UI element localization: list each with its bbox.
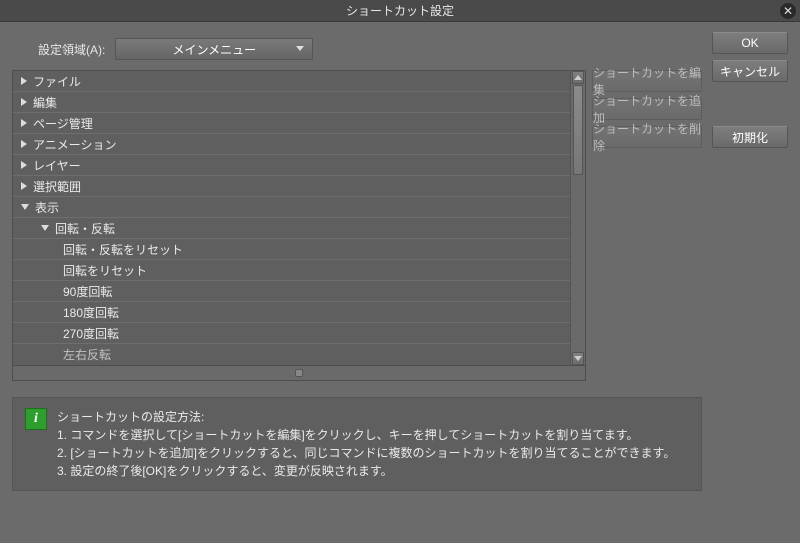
hscroll-thumb[interactable]	[295, 369, 303, 377]
middle-area: ファイル 編集 ページ管理 アニメーション レイヤー 選択範囲 表示 回転・反転…	[12, 70, 702, 381]
vertical-scrollbar[interactable]	[570, 71, 585, 365]
tree-item-layer[interactable]: レイヤー	[13, 155, 570, 176]
info-icon: i	[25, 408, 47, 430]
tree-item-rotate-flip[interactable]: 回転・反転	[13, 218, 570, 239]
edit-shortcut-button[interactable]: ショートカットを編集	[592, 70, 702, 92]
command-tree: ファイル 編集 ページ管理 アニメーション レイヤー 選択範囲 表示 回転・反転…	[12, 70, 586, 366]
horizontal-scrollbar[interactable]	[12, 366, 586, 381]
info-panel: i ショートカットの設定方法: 1. コマンドを選択して[ショートカットを編集]…	[12, 397, 702, 491]
tree-item-edit[interactable]: 編集	[13, 92, 570, 113]
triangle-right-icon	[21, 119, 27, 127]
dialog-title: ショートカット設定	[346, 2, 454, 19]
area-dropdown[interactable]: メインメニュー	[115, 38, 313, 60]
left-panel: 設定領域(A): メインメニュー ファイル 編集 ページ管理 アニメーション レ…	[12, 32, 702, 531]
tree-item-flip-h[interactable]: 左右反転	[13, 344, 570, 365]
right-panel: OK キャンセル 初期化	[712, 32, 788, 531]
tree-item-page[interactable]: ページ管理	[13, 113, 570, 134]
triangle-right-icon	[21, 77, 27, 85]
triangle-right-icon	[21, 182, 27, 190]
close-icon[interactable]: ✕	[780, 3, 796, 19]
shortcut-action-buttons: ショートカットを編集 ショートカットを追加 ショートカットを削除	[592, 70, 702, 381]
triangle-down-icon	[21, 204, 29, 210]
triangle-right-icon	[21, 98, 27, 106]
initialize-button[interactable]: 初期化	[712, 126, 788, 148]
tree-item-rotate-180[interactable]: 180度回転	[13, 302, 570, 323]
dialog-body: 設定領域(A): メインメニュー ファイル 編集 ページ管理 アニメーション レ…	[0, 22, 800, 543]
info-line-2: 2. [ショートカットを追加]をクリックすると、同じコマンドに複数のショートカッ…	[57, 444, 675, 462]
cancel-button[interactable]: キャンセル	[712, 60, 788, 82]
tree-item-animation[interactable]: アニメーション	[13, 134, 570, 155]
arrow-down-icon	[574, 356, 582, 361]
scroll-thumb[interactable]	[573, 85, 583, 175]
info-heading: ショートカットの設定方法:	[57, 408, 675, 426]
info-line-3: 3. 設定の終了後[OK]をクリックすると、変更が反映されます。	[57, 462, 675, 480]
add-shortcut-button[interactable]: ショートカットを追加	[592, 98, 702, 120]
scroll-up-button[interactable]	[572, 71, 584, 84]
area-label: 設定領域(A):	[38, 41, 105, 58]
info-text: ショートカットの設定方法: 1. コマンドを選択して[ショートカットを編集]をク…	[57, 408, 675, 480]
ok-button[interactable]: OK	[712, 32, 788, 54]
shortcut-settings-dialog: ショートカット設定 ✕ 設定領域(A): メインメニュー ファイル 編集 ページ…	[0, 0, 800, 543]
titlebar: ショートカット設定 ✕	[0, 0, 800, 22]
triangle-right-icon	[21, 140, 27, 148]
scroll-down-button[interactable]	[572, 352, 584, 365]
triangle-down-icon	[41, 225, 49, 231]
tree-item-file[interactable]: ファイル	[13, 71, 570, 92]
command-tree-list[interactable]: ファイル 編集 ページ管理 アニメーション レイヤー 選択範囲 表示 回転・反転…	[13, 71, 570, 365]
tree-item-view[interactable]: 表示	[13, 197, 570, 218]
spacer	[712, 88, 788, 120]
tree-item-reset-rotate-flip[interactable]: 回転・反転をリセット	[13, 239, 570, 260]
area-row: 設定領域(A): メインメニュー	[12, 32, 702, 62]
chevron-down-icon	[296, 46, 304, 51]
tree-item-rotate-270[interactable]: 270度回転	[13, 323, 570, 344]
arrow-up-icon	[574, 75, 582, 80]
tree-item-rotate-90[interactable]: 90度回転	[13, 281, 570, 302]
tree-item-selection[interactable]: 選択範囲	[13, 176, 570, 197]
tree-item-reset-rotate[interactable]: 回転をリセット	[13, 260, 570, 281]
info-line-1: 1. コマンドを選択して[ショートカットを編集]をクリックし、キーを押してショー…	[57, 426, 675, 444]
delete-shortcut-button[interactable]: ショートカットを削除	[592, 126, 702, 148]
area-dropdown-value: メインメニュー	[173, 41, 257, 58]
triangle-right-icon	[21, 161, 27, 169]
